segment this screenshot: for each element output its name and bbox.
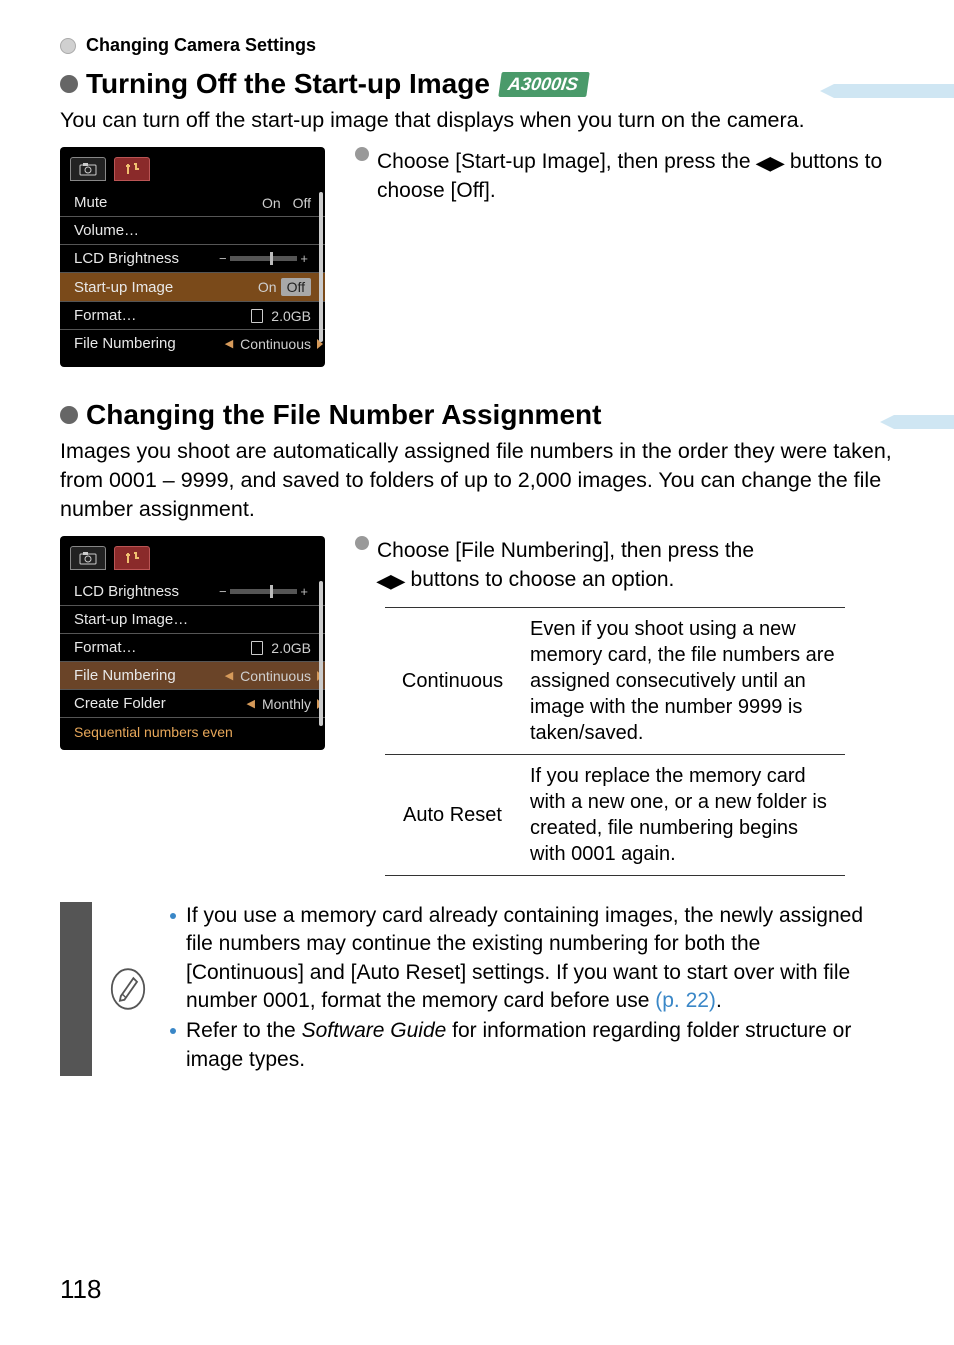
note-block: If you use a memory card already contain… (60, 902, 894, 1076)
left-right-arrows-icon: ◀▶ (377, 571, 405, 591)
lcd-format-value: 2.0GB (271, 308, 311, 324)
lcd-mute-off: Off (293, 195, 311, 211)
lcd2-create-value: Monthly (262, 696, 311, 712)
lcd-row-mute: Mute On Off (60, 189, 325, 217)
pencil-note-icon (108, 967, 148, 1011)
heading-bullet-icon (60, 75, 78, 93)
lcd2-row-filenumbering: File Numbering ◀ Continuous (60, 662, 325, 690)
note-bullet-2: Refer to the Software Guide for informat… (170, 1017, 884, 1074)
left-arrow-icon: ◀ (225, 669, 233, 682)
heading-rule-icon (834, 84, 954, 98)
lcd-tabs (60, 546, 325, 578)
section2-step: Choose [File Numbering], then press the … (355, 536, 894, 595)
lcd-screenshot-1: Mute On Off Volume… LCD Brightness −+ (60, 147, 325, 367)
lcd2-row-createfolder: Create Folder ◀ Monthly (60, 690, 325, 718)
brightness-slider-icon: −+ (216, 255, 311, 263)
note1-text-a: If you use a memory card already contain… (186, 904, 863, 1012)
section2-description: Images you shoot are automatically assig… (60, 437, 894, 524)
left-right-arrows-icon: ◀▶ (756, 153, 784, 173)
note1-page-link[interactable]: (p. 22) (655, 989, 716, 1012)
section2-step-a: Choose [File Numbering], then press the (377, 539, 754, 562)
table-row1-val: Even if you shoot using a new memory car… (520, 607, 845, 754)
section1-title: Turning Off the Start-up Image (86, 68, 490, 100)
table-row: Auto Reset If you replace the memory car… (385, 754, 845, 875)
lcd2-row-brightness: LCD Brightness −+ (60, 578, 325, 606)
tools-tab-icon (114, 546, 150, 570)
tools-tab-icon (114, 157, 150, 181)
lcd-row-volume: Volume… (60, 217, 325, 245)
heading-rule-icon (894, 415, 954, 429)
lcd-volume-label: Volume… (74, 222, 139, 239)
bullet-dot-icon (170, 1028, 176, 1034)
brightness-slider-icon: −+ (216, 588, 311, 596)
lcd-row-brightness: LCD Brightness −+ (60, 245, 325, 273)
note1-text-end: . (716, 989, 722, 1012)
lcd-filenum-label: File Numbering (74, 335, 176, 352)
lcd-mute-label: Mute (74, 194, 107, 211)
table-row1-key: Continuous (385, 607, 520, 754)
table-row2-val: If you replace the memory card with a ne… (520, 754, 845, 875)
lcd2-format-label: Format… (74, 639, 137, 656)
lcd-mute-on: On (262, 195, 281, 211)
breadcrumb: Changing Camera Settings (60, 35, 894, 56)
heading-bullet-icon (60, 406, 78, 424)
table-row2-key: Auto Reset (385, 754, 520, 875)
section2-title: Changing the File Number Assignment (86, 399, 601, 431)
note-bullet-1: If you use a memory card already contain… (170, 902, 884, 1015)
camera-tab-icon (70, 157, 106, 181)
lcd2-startup-label: Start-up Image… (74, 611, 188, 628)
options-table: Continuous Even if you shoot using a new… (385, 607, 845, 876)
section2-heading: Changing the File Number Assignment (60, 399, 894, 431)
model-badge: A3000IS (498, 72, 590, 97)
disk-icon (251, 641, 263, 655)
lcd-format-label: Format… (74, 307, 137, 324)
lcd-brightness-label: LCD Brightness (74, 250, 179, 267)
step-bullet-icon (355, 147, 369, 161)
note-sidebar-icon (60, 902, 92, 1076)
lcd-startup-on: On (258, 279, 277, 295)
lcd2-filenum-label: File Numbering (74, 667, 176, 684)
bullet-dot-icon (170, 913, 176, 919)
section1-step: Choose [Start-up Image], then press the … (355, 147, 894, 206)
section1-step-a: Choose [Start-up Image], then press the (377, 150, 756, 173)
note2-guide-title: Software Guide (302, 1019, 447, 1042)
lcd-row-format: Format… 2.0GB (60, 302, 325, 330)
lcd-startup-label: Start-up Image (74, 279, 173, 296)
section2-step-b: buttons to choose an option. (405, 568, 675, 591)
lcd2-footer-hint: Sequential numbers even (60, 718, 325, 740)
lcd-scrollbar-icon (319, 581, 323, 726)
breadcrumb-dot-icon (60, 38, 76, 54)
lcd-row-filenumbering: File Numbering ◀ Continuous (60, 330, 325, 357)
page-number: 118 (60, 1274, 101, 1305)
left-arrow-icon: ◀ (247, 697, 255, 710)
breadcrumb-text: Changing Camera Settings (86, 35, 316, 56)
lcd2-create-label: Create Folder (74, 695, 166, 712)
lcd-row-startup: Start-up Image On Off (60, 273, 325, 302)
lcd2-row-format: Format… 2.0GB (60, 634, 325, 662)
disk-icon (251, 309, 263, 323)
lcd2-row-startup: Start-up Image… (60, 606, 325, 634)
lcd-scrollbar-icon (319, 192, 323, 342)
step-bullet-icon (355, 536, 369, 550)
lcd2-brightness-label: LCD Brightness (74, 583, 179, 600)
table-row: Continuous Even if you shoot using a new… (385, 607, 845, 754)
section1-description: You can turn off the start-up image that… (60, 106, 894, 135)
lcd-screenshot-2: LCD Brightness −+ Start-up Image… Format… (60, 536, 325, 750)
camera-tab-icon (70, 546, 106, 570)
lcd-tabs (60, 157, 325, 189)
lcd2-format-value: 2.0GB (271, 640, 311, 656)
section1-heading: Turning Off the Start-up Image A3000IS (60, 68, 894, 100)
left-arrow-icon: ◀ (225, 337, 233, 350)
lcd-filenum-value: Continuous (240, 336, 311, 352)
lcd2-filenum-value: Continuous (240, 668, 311, 684)
note2-text-a: Refer to the (186, 1019, 302, 1042)
lcd-startup-off: Off (281, 278, 311, 296)
